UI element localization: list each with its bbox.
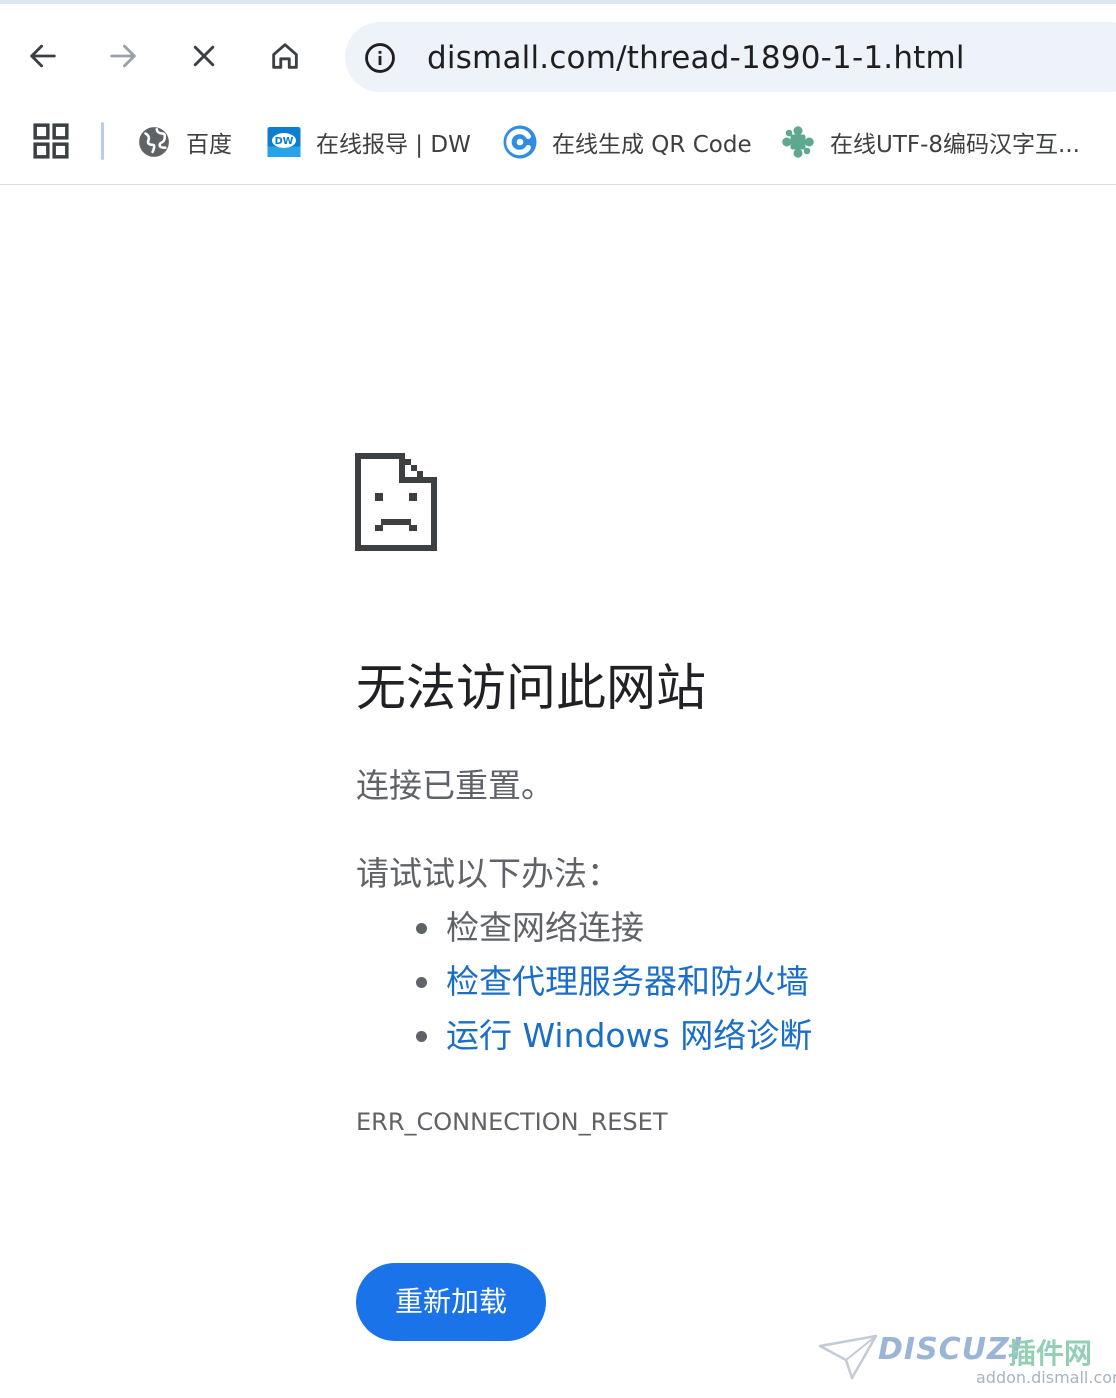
back-button[interactable] xyxy=(19,32,67,80)
svg-text:DW: DW xyxy=(275,136,294,147)
address-bar[interactable]: dismall.com/thread-1890-1-1.html xyxy=(345,22,1116,92)
forward-button[interactable] xyxy=(99,32,147,80)
home-icon xyxy=(272,43,298,69)
bookmarks-bar: 百度 DW 在线报导 | DW 在线生成 QR Code 在线UTF-8编码汉字… xyxy=(0,104,1116,185)
error-page: 无法访问此网站 连接已重置。 请试试以下办法： 检查网络连接 检查代理服务器和防… xyxy=(0,185,1116,1398)
error-title: 无法访问此网站 xyxy=(356,659,706,717)
dw-icon: DW xyxy=(266,124,302,160)
watermark: DISCUZ! 插件网 addon.dismall.com xyxy=(818,1330,1116,1394)
paper-plane-icon xyxy=(818,1334,878,1380)
stop-button[interactable] xyxy=(180,32,228,80)
error-code: ERR_CONNECTION_RESET xyxy=(356,1108,668,1136)
info-icon[interactable] xyxy=(363,41,397,75)
suggestion-link-proxy-firewall[interactable]: 检查代理服务器和防火墙 xyxy=(446,959,809,1005)
bullet xyxy=(416,1031,427,1042)
bookmarks-separator xyxy=(101,122,104,160)
watermark-brand-cn: 插件网 xyxy=(1008,1337,1093,1370)
sad-document-icon xyxy=(355,453,437,551)
puzzle-icon xyxy=(780,124,816,160)
reload-button[interactable]: 重新加载 xyxy=(356,1263,546,1341)
suggestion-text: 检查网络连接 xyxy=(446,908,644,947)
suggestion-link-windows-diagnostics[interactable]: 运行 Windows 网络诊断 xyxy=(446,1013,812,1059)
bookmark-label: 在线生成 QR Code xyxy=(552,132,752,158)
qr-c-icon xyxy=(502,124,538,160)
error-message: 连接已重置。 xyxy=(356,766,554,805)
browser-toolbar: dismall.com/thread-1890-1-1.html xyxy=(0,4,1116,104)
bookmark-utf8[interactable]: 在线UTF-8编码汉字互... xyxy=(780,118,1080,166)
bookmark-label: 在线UTF-8编码汉字互... xyxy=(830,132,1080,158)
bookmark-label: 百度 xyxy=(186,132,232,158)
bullet xyxy=(416,977,427,988)
bookmark-label: 在线报导 | DW xyxy=(316,132,471,158)
watermark-brand: DISCUZ! xyxy=(878,1332,1025,1367)
bookmark-dw[interactable]: DW 在线报导 | DW xyxy=(266,118,471,166)
close-icon xyxy=(193,45,215,67)
bullet xyxy=(416,923,427,934)
bookmark-baidu[interactable]: 百度 xyxy=(136,118,232,166)
watermark-domain: addon.dismall.com xyxy=(976,1368,1116,1387)
arrow-left-icon xyxy=(30,44,56,68)
url-text[interactable]: dismall.com/thread-1890-1-1.html xyxy=(427,36,965,80)
bookmark-qr-code[interactable]: 在线生成 QR Code xyxy=(502,118,752,166)
suggestions-heading: 请试试以下办法： xyxy=(356,854,620,893)
globe-icon xyxy=(136,124,172,160)
apps-grid-icon[interactable] xyxy=(32,122,70,160)
arrow-right-icon xyxy=(110,44,136,68)
home-button[interactable] xyxy=(261,32,309,80)
